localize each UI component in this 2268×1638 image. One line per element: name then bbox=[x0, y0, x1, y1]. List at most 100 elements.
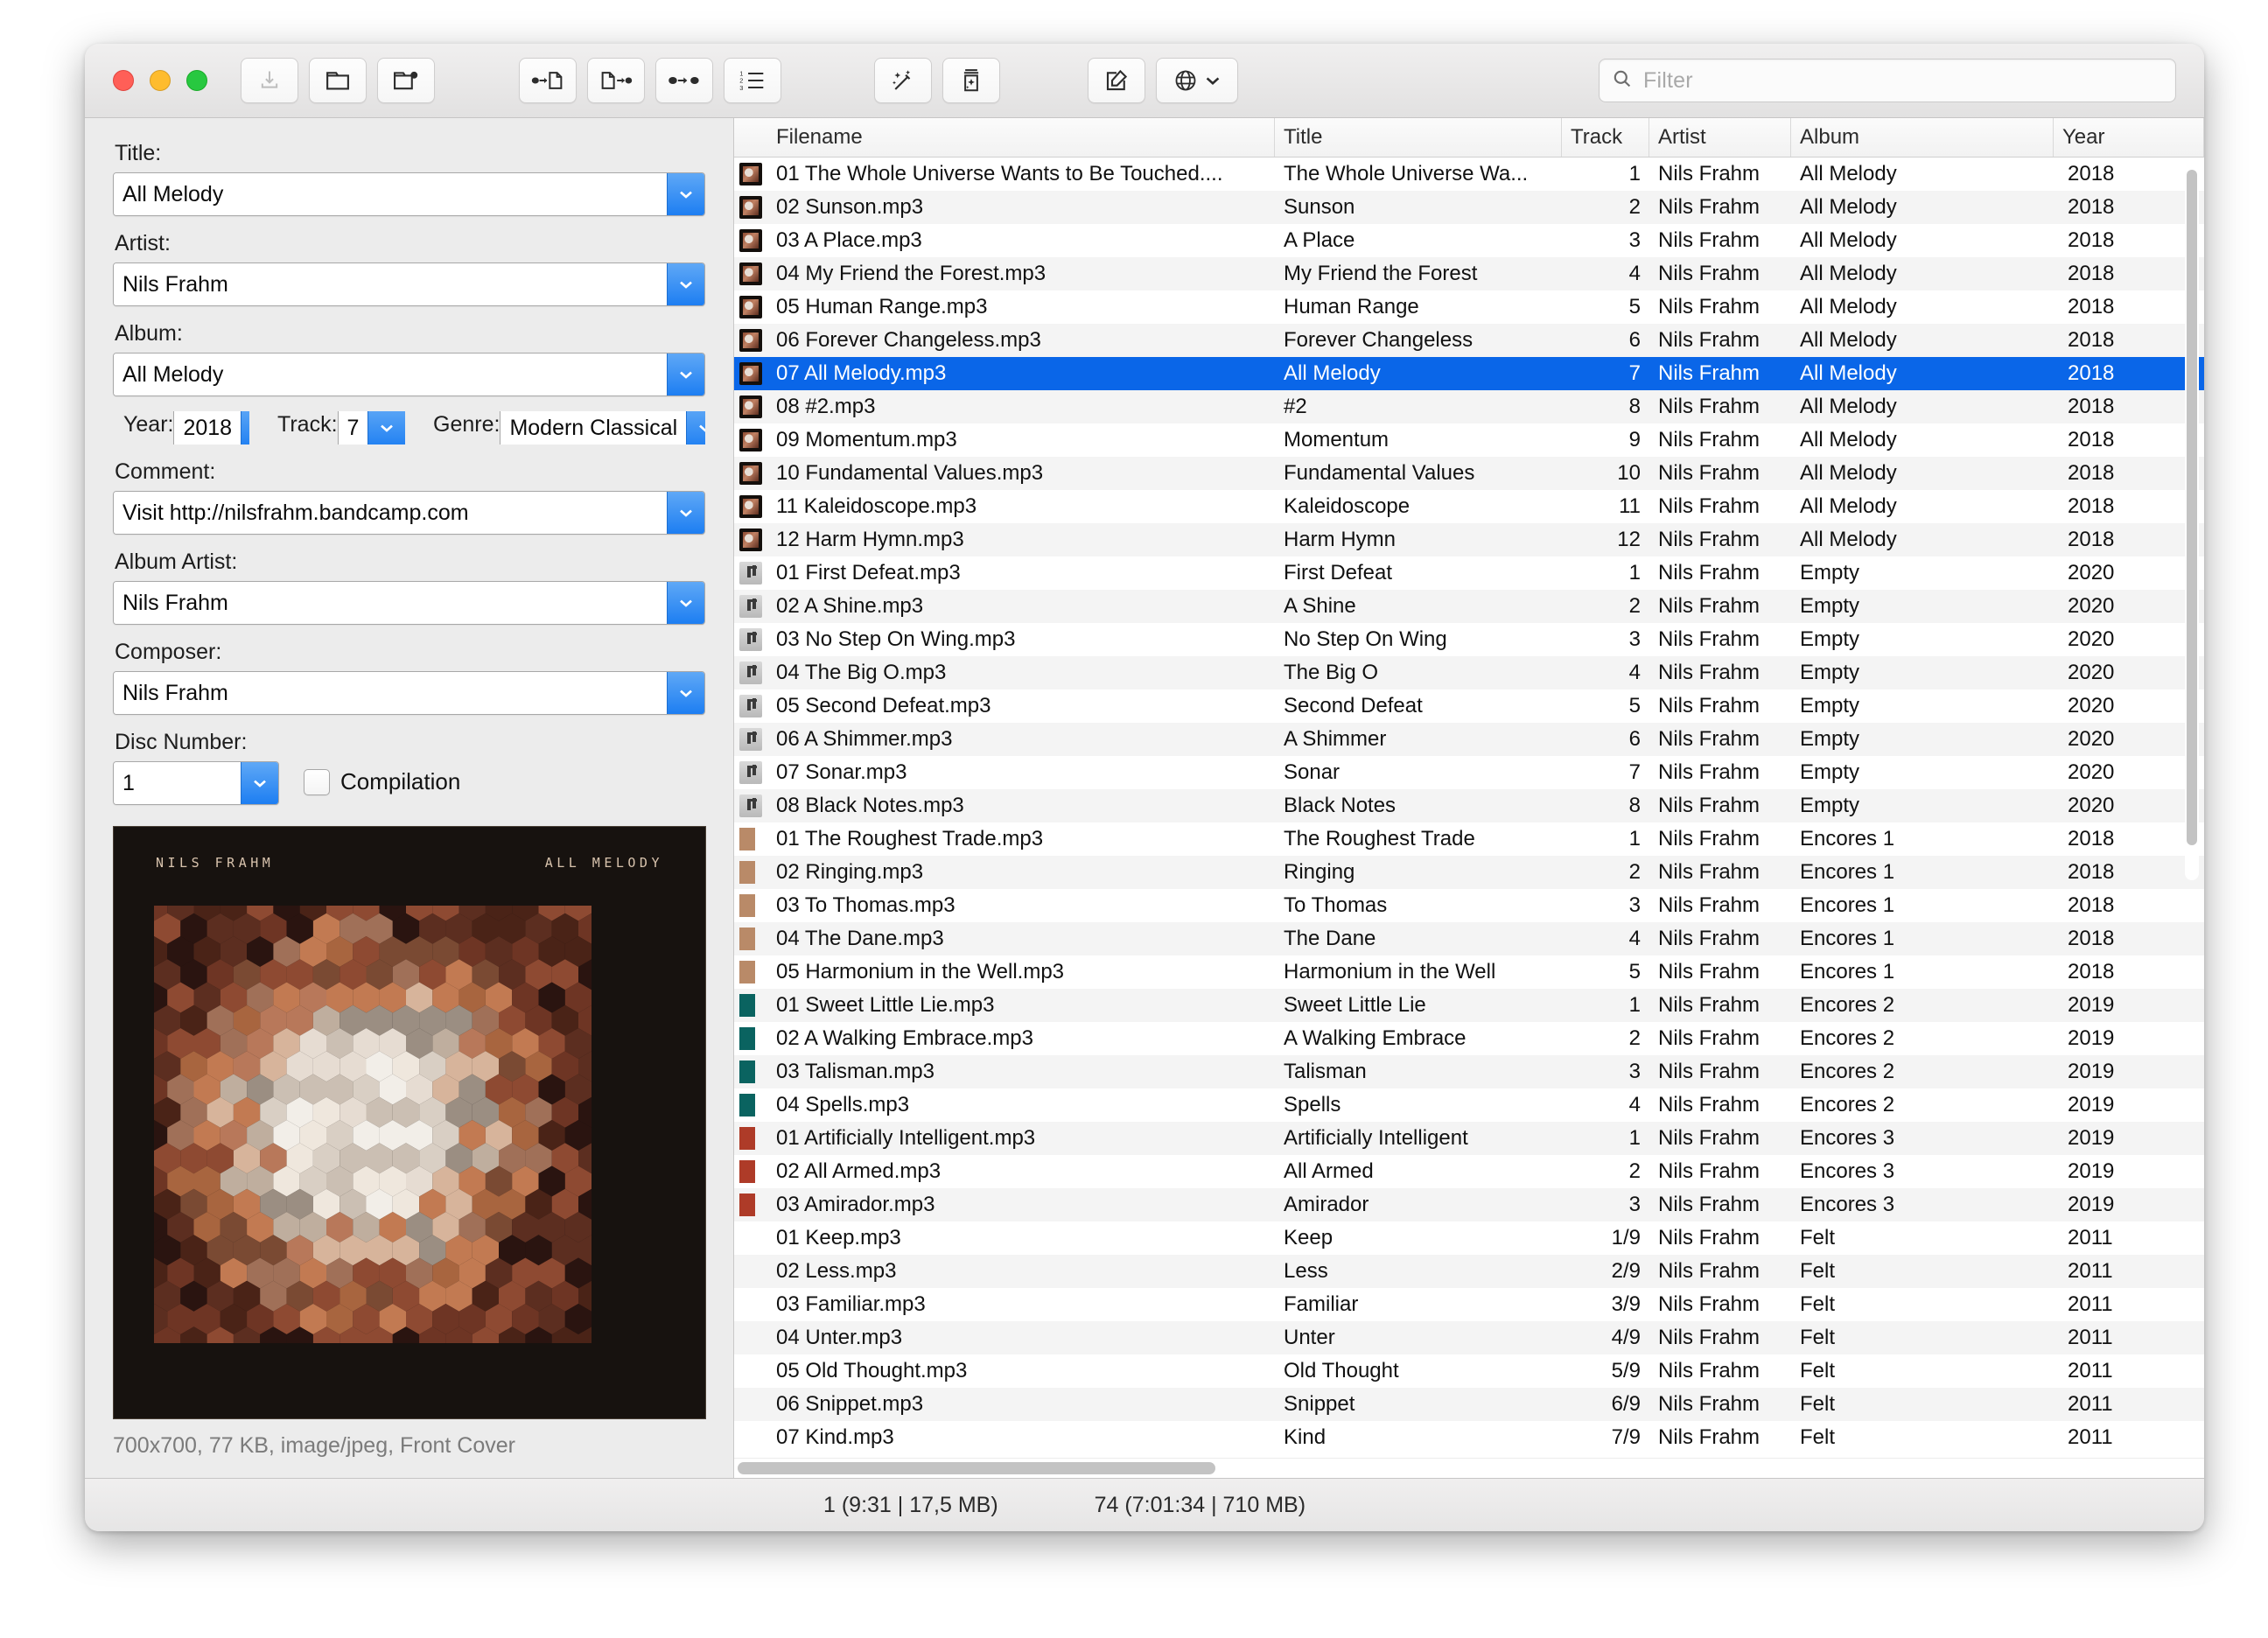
artist-value[interactable]: Nils Frahm bbox=[114, 263, 667, 305]
table-row[interactable]: 02 All Armed.mp3 All Armed 2 Nils Frahm Enco… bbox=[734, 1155, 2204, 1188]
album-combobox[interactable]: All Melody bbox=[113, 353, 705, 396]
row-album: All Melody bbox=[1800, 361, 1897, 385]
table-row[interactable]: 03 To Thomas.mp3 To Thomas 3 Nils Frahm Enco… bbox=[734, 889, 2204, 922]
table-row[interactable]: 04 Spells.mp3 Spells 4 Nils Frahm Encores 2 2… bbox=[734, 1088, 2204, 1122]
tag-source-button[interactable] bbox=[942, 58, 1000, 103]
comment-combobox[interactable]: Visit http://nilsfrahm.bandcamp.com bbox=[113, 491, 705, 535]
disc-number-value[interactable]: 1 bbox=[114, 762, 241, 804]
table-row[interactable]: 08 Black Notes.mp3 Black Notes 8 Nils Frahm… bbox=[734, 789, 2204, 822]
open-folder-button[interactable] bbox=[309, 58, 367, 103]
track-dropdown-arrow[interactable] bbox=[368, 411, 405, 444]
table-row[interactable]: 05 Second Defeat.mp3 Second Defeat 5 Nils F… bbox=[734, 690, 2204, 723]
web-sources-button[interactable] bbox=[1156, 58, 1238, 103]
table-row[interactable]: 08 #2.mp3 #2 8 Nils Frahm All Melody 2018 bbox=[734, 390, 2204, 424]
table-row[interactable]: 03 No Step On Wing.mp3 No Step On Wing 3 Ni… bbox=[734, 623, 2204, 656]
genre-dropdown-arrow[interactable] bbox=[686, 411, 705, 444]
column-header-title[interactable]: Title bbox=[1275, 118, 1562, 157]
file-to-tag-button[interactable] bbox=[587, 58, 645, 103]
table-row[interactable]: 05 Harmonium in the Well.mp3 Harmonium in… bbox=[734, 956, 2204, 989]
tag-to-tag-button[interactable] bbox=[655, 58, 713, 103]
title-combobox[interactable]: All Melody bbox=[113, 172, 705, 216]
table-row[interactable]: 09 Momentum.mp3 Momentum 9 Nils Frahm All Me… bbox=[734, 424, 2204, 457]
table-row[interactable]: 04 Unter.mp3 Unter 4/9 Nils Frahm Felt 2011 bbox=[734, 1321, 2204, 1354]
track-combobox[interactable]: 7 bbox=[337, 411, 405, 444]
column-header-album[interactable]: Album bbox=[1791, 118, 2054, 157]
artist-combobox[interactable]: Nils Frahm bbox=[113, 262, 705, 306]
column-header-track[interactable]: Track bbox=[1562, 118, 1649, 157]
table-row[interactable]: 06 Snippet.mp3 Snippet 6/9 Nils Frahm Felt 20… bbox=[734, 1388, 2204, 1421]
column-header-filename[interactable]: Filename bbox=[767, 118, 1275, 157]
table-row[interactable]: 02 A Shine.mp3 A Shine 2 Nils Frahm Empty 202… bbox=[734, 590, 2204, 623]
disc-number-combobox[interactable]: 1 bbox=[113, 761, 279, 805]
table-row[interactable]: 06 A Shimmer.mp3 A Shimmer 6 Nils Frahm Empt… bbox=[734, 723, 2204, 756]
album-artist-value[interactable]: Nils Frahm bbox=[114, 582, 667, 624]
numbering-button[interactable]: 1 2 3 bbox=[724, 58, 781, 103]
edit-button[interactable] bbox=[1088, 58, 1145, 103]
table-row[interactable]: 05 Old Thought.mp3 Old Thought 5/9 Nils Fra… bbox=[734, 1354, 2204, 1388]
year-combobox[interactable]: 2018 bbox=[173, 411, 249, 444]
table-row[interactable]: 03 Amirador.mp3 Amirador 3 Nils Frahm Encore… bbox=[734, 1188, 2204, 1222]
album-value[interactable]: All Melody bbox=[114, 354, 667, 396]
table-row[interactable]: 01 The Whole Universe Wants to Be Touche… bbox=[734, 158, 2204, 191]
auto-tag-button[interactable] bbox=[874, 58, 932, 103]
disc-number-dropdown-arrow[interactable] bbox=[241, 762, 278, 804]
year-field-group: Year: 2018 bbox=[113, 411, 249, 444]
table-row[interactable]: 06 Forever Changeless.mp3 Forever Changel… bbox=[734, 324, 2204, 357]
table-row[interactable]: 07 Sonar.mp3 Sonar 7 Nils Frahm Empty 2020 bbox=[734, 756, 2204, 789]
table-row[interactable]: 04 The Dane.mp3 The Dane 4 Nils Frahm Encore… bbox=[734, 922, 2204, 956]
close-window-button[interactable] bbox=[113, 70, 134, 91]
filter-field[interactable]: Filter bbox=[1599, 59, 2176, 102]
album-dropdown-arrow[interactable] bbox=[667, 354, 704, 396]
genre-combobox[interactable]: Modern Classical bbox=[500, 411, 705, 444]
comment-value[interactable]: Visit http://nilsfrahm.bandcamp.com bbox=[114, 492, 667, 534]
horizontal-scrollbar[interactable] bbox=[734, 1458, 2204, 1478]
genre-value[interactable]: Modern Classical bbox=[500, 411, 687, 444]
table-row[interactable]: 01 First Defeat.mp3 First Defeat 1 Nils Fra… bbox=[734, 556, 2204, 590]
comment-dropdown-arrow[interactable] bbox=[667, 492, 704, 534]
table-row[interactable]: 05 Human Range.mp3 Human Range 5 Nils Frahm… bbox=[734, 290, 2204, 324]
album-artwork[interactable]: NILS FRAHM ALL MELODY bbox=[113, 826, 706, 1419]
table-row[interactable]: 02 Ringing.mp3 Ringing 2 Nils Frahm Encores … bbox=[734, 856, 2204, 889]
composer-value[interactable]: Nils Frahm bbox=[114, 672, 667, 714]
table-row[interactable]: 11 Kaleidoscope.mp3 Kaleidoscope 11 Nils Fr… bbox=[734, 490, 2204, 523]
save-button[interactable] bbox=[241, 58, 298, 103]
table-row[interactable]: 01 Keep.mp3 Keep 1/9 Nils Frahm Felt 2011 bbox=[734, 1222, 2204, 1255]
table-row[interactable]: 03 Talisman.mp3 Talisman 3 Nils Frahm Encore… bbox=[734, 1055, 2204, 1088]
table-row[interactable]: 01 Artificially Intelligent.mp3 Artificia… bbox=[734, 1122, 2204, 1155]
composer-dropdown-arrow[interactable] bbox=[667, 672, 704, 714]
table-row[interactable]: 12 Harm Hymn.mp3 Harm Hymn 12 Nils Frahm All… bbox=[734, 523, 2204, 556]
table-row[interactable]: 04 My Friend the Forest.mp3 My Friend the… bbox=[734, 257, 2204, 290]
table-row[interactable]: 02 Less.mp3 Less 2/9 Nils Frahm Felt 2011 bbox=[734, 1255, 2204, 1288]
table-row[interactable]: 07 All Melody.mp3 All Melody 7 Nils Frahm Al… bbox=[734, 357, 2204, 390]
row-track: 2 bbox=[1628, 195, 1641, 219]
track-value[interactable]: 7 bbox=[338, 411, 368, 444]
add-folder-button[interactable] bbox=[377, 58, 435, 103]
year-value[interactable]: 2018 bbox=[174, 411, 242, 444]
table-row[interactable]: 03 A Place.mp3 A Place 3 Nils Frahm All Melo… bbox=[734, 224, 2204, 257]
title-value[interactable]: All Melody bbox=[114, 173, 667, 215]
tag-to-file-button[interactable] bbox=[519, 58, 577, 103]
title-dropdown-arrow[interactable] bbox=[667, 173, 704, 215]
column-header-year[interactable]: Year bbox=[2054, 118, 2204, 157]
compilation-checkbox-row[interactable]: Compilation bbox=[304, 768, 460, 805]
table-row[interactable]: 10 Fundamental Values.mp3 Fundamental Val… bbox=[734, 457, 2204, 490]
vertical-scrollbar-thumb[interactable] bbox=[2187, 170, 2197, 845]
album-artist-combobox[interactable]: Nils Frahm bbox=[113, 581, 705, 625]
table-row[interactable]: 01 The Roughest Trade.mp3 The Roughest Tr… bbox=[734, 822, 2204, 856]
column-header-artist[interactable]: Artist bbox=[1649, 118, 1791, 157]
table-row[interactable]: 07 Kind.mp3 Kind 7/9 Nils Frahm Felt 2011 bbox=[734, 1421, 2204, 1454]
table-row[interactable]: 04 The Big O.mp3 The Big O 4 Nils Frahm Empt… bbox=[734, 656, 2204, 690]
compilation-checkbox[interactable] bbox=[304, 768, 330, 795]
minimize-window-button[interactable] bbox=[150, 70, 171, 91]
year-dropdown-arrow[interactable] bbox=[241, 411, 249, 444]
table-row[interactable]: 02 A Walking Embrace.mp3 A Walking Embrac… bbox=[734, 1022, 2204, 1055]
artist-dropdown-arrow[interactable] bbox=[667, 263, 704, 305]
maximize-window-button[interactable] bbox=[186, 70, 207, 91]
table-row[interactable]: 02 Sunson.mp3 Sunson 2 Nils Frahm All Melody… bbox=[734, 191, 2204, 224]
table-row[interactable]: 01 Sweet Little Lie.mp3 Sweet Little Lie 1… bbox=[734, 989, 2204, 1022]
table-row[interactable]: 03 Familiar.mp3 Familiar 3/9 Nils Frahm Felt… bbox=[734, 1288, 2204, 1321]
horizontal-scrollbar-thumb[interactable] bbox=[738, 1462, 1215, 1474]
album-artist-dropdown-arrow[interactable] bbox=[667, 582, 704, 624]
vertical-scrollbar[interactable] bbox=[2185, 163, 2199, 880]
composer-combobox[interactable]: Nils Frahm bbox=[113, 671, 705, 715]
